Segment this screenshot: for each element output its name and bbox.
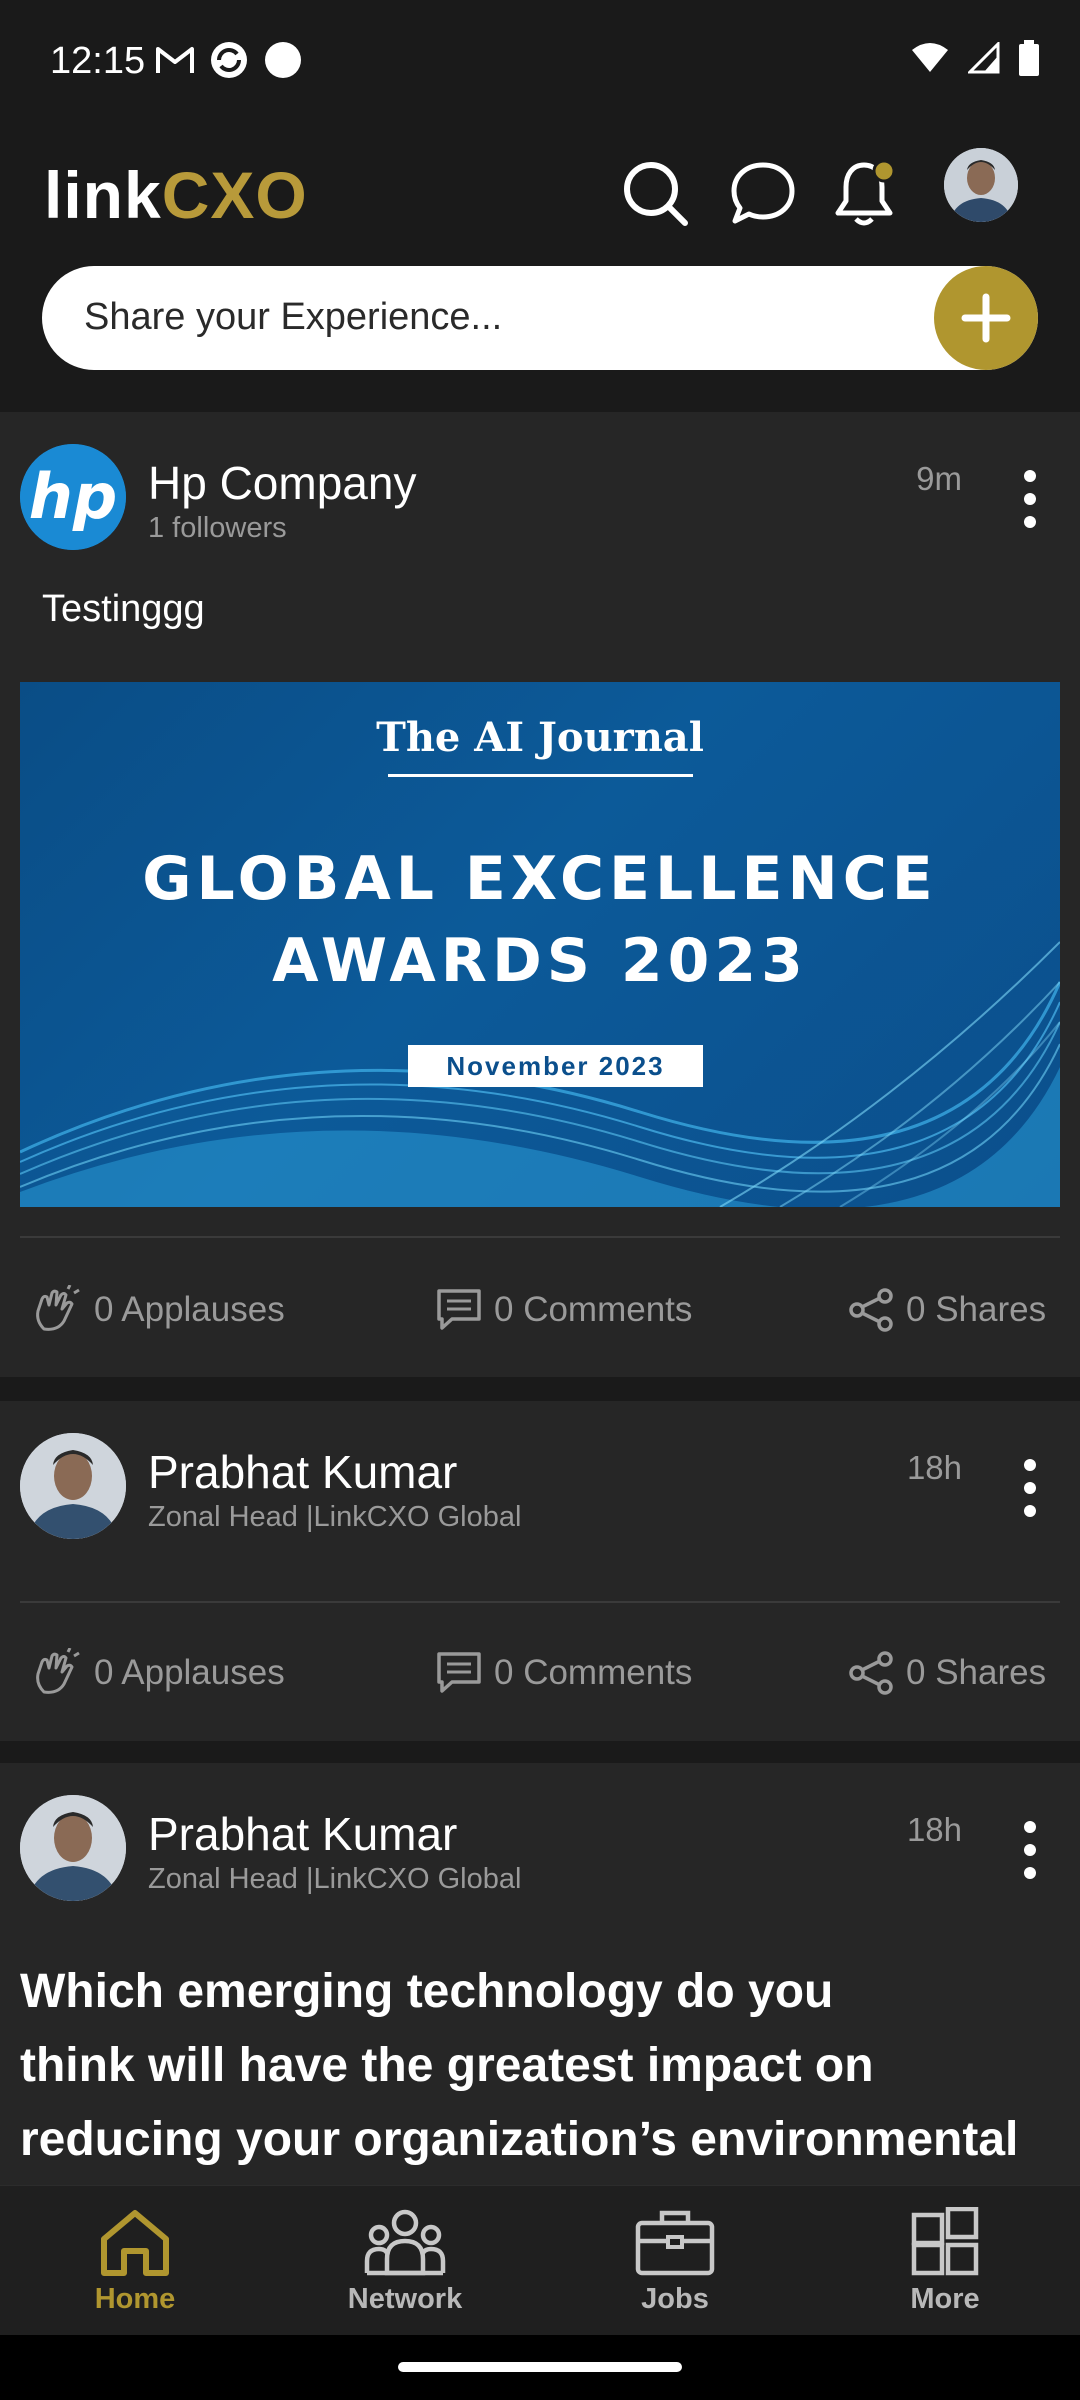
chat-bubble-icon [731, 162, 795, 224]
poll-question-line2: think will have the greatest impact on [20, 2039, 874, 2092]
post-author-name[interactable]: Prabhat Kumar [148, 1807, 457, 1861]
applause-button[interactable]: 0 Applauses [32, 1270, 285, 1350]
logo-text-cxo: CXO [161, 158, 308, 232]
plus-icon [961, 293, 1011, 343]
search-icon [624, 162, 688, 226]
create-post-button[interactable] [934, 266, 1038, 370]
feed-post: hp Hp Company 1 followers 9m Testinggg T… [0, 412, 1080, 1377]
home-icon [101, 2209, 169, 2276]
post-author-subtitle: 1 followers [148, 512, 287, 544]
hp-logo-icon: hp [20, 444, 126, 550]
status-time: 12:15 [50, 40, 146, 82]
profile-avatar[interactable] [944, 148, 1018, 222]
poll-question: Which emerging technology do you think w… [20, 1955, 1060, 2177]
gmail-icon [156, 47, 194, 73]
clapping-hands-icon [36, 1648, 80, 1694]
network-icon [364, 2209, 446, 2275]
sync-app-icon [211, 42, 247, 78]
user-photo-icon [20, 1795, 126, 1901]
post-separator [0, 1741, 1080, 1763]
post-text: Testinggg [42, 588, 205, 630]
prabhat-kumar-avatar[interactable] [20, 1433, 126, 1539]
post-time: 18h [906, 1811, 962, 1848]
banner-date: November 2023 [408, 1045, 703, 1087]
nav-network[interactable]: Network [270, 2186, 540, 2336]
status-system-icons [910, 40, 1040, 76]
applause-count: 0 Applauses [94, 1653, 285, 1692]
nav-more-label: More [910, 2282, 980, 2315]
banner-title-line1: GLOBAL EXCELLENCE [142, 844, 938, 914]
grid-icon [911, 2206, 979, 2275]
user-photo-icon [20, 1433, 126, 1539]
share-experience-input[interactable]: Share your Experience... [42, 266, 1038, 370]
share-icon [849, 1651, 893, 1695]
prabhat-kumar-avatar[interactable] [20, 1795, 126, 1901]
clapping-hands-icon [36, 1285, 80, 1331]
linkcxo-logo[interactable]: link CXO [44, 150, 308, 240]
comment-button[interactable]: 0 Comments [436, 1270, 692, 1350]
applause-count: 0 Applauses [94, 1290, 285, 1329]
logo-text-link: link [44, 158, 162, 232]
briefcase-icon [635, 2210, 715, 2275]
signal-icon [968, 42, 1000, 74]
share-count: 0 Shares [906, 1653, 1047, 1692]
banner-journal-title: The AI Journal [376, 714, 704, 761]
svg-text:hp: hp [29, 460, 118, 533]
wifi-icon [912, 43, 948, 72]
app-header: link CXO Share your Experience... [0, 130, 1080, 410]
status-bar: 12:15 [0, 0, 1080, 130]
search-button[interactable] [610, 148, 700, 238]
share-button[interactable]: 0 Shares [848, 1633, 1046, 1713]
dot-notification-icon [265, 42, 301, 78]
nav-home[interactable]: Home [0, 2186, 270, 2336]
post-actions: 0 Applauses 0 Comments 0 Shares [0, 1633, 1080, 1713]
post-image[interactable]: The AI Journal GLOBAL EXCELLENCE AWARDS … [20, 682, 1060, 1207]
banner-title-line2: AWARDS 2023 [272, 926, 808, 996]
battery-icon [1019, 40, 1039, 76]
nav-jobs-label: Jobs [641, 2282, 709, 2315]
post-divider [20, 1236, 1060, 1238]
banner-underline [388, 774, 693, 777]
comment-count: 0 Comments [494, 1290, 693, 1329]
feed-post: Prabhat Kumar Zonal Head |LinkCXO Global… [0, 1401, 1080, 1741]
bell-icon [835, 159, 896, 226]
nav-jobs[interactable]: Jobs [540, 2186, 810, 2336]
post-menu-button[interactable] [1010, 464, 1050, 534]
share-icon [849, 1288, 893, 1332]
post-author-subtitle: Zonal Head |LinkCXO Global [148, 1501, 522, 1533]
post-divider [20, 1601, 1060, 1603]
post-author-name[interactable]: Hp Company [148, 456, 416, 510]
share-button[interactable]: 0 Shares [848, 1270, 1046, 1350]
home-gesture-handle[interactable] [398, 2362, 682, 2372]
applause-button[interactable]: 0 Applauses [32, 1633, 285, 1713]
post-separator [0, 1377, 1080, 1401]
feed-post: Prabhat Kumar Zonal Head |LinkCXO Global… [0, 1763, 1080, 2185]
post-menu-button[interactable] [1010, 1453, 1050, 1523]
nav-network-label: Network [347, 2282, 463, 2315]
share-count: 0 Shares [906, 1290, 1047, 1329]
notifications-button[interactable] [822, 148, 912, 238]
post-time: 18h [906, 1449, 962, 1486]
user-photo-icon [944, 148, 1018, 222]
post-menu-button[interactable] [1010, 1815, 1050, 1885]
status-notification-icons [155, 40, 303, 80]
system-gesture-bar [0, 2335, 1080, 2400]
comment-icon [437, 1289, 481, 1330]
comment-button[interactable]: 0 Comments [436, 1633, 692, 1713]
post-author-name[interactable]: Prabhat Kumar [148, 1445, 457, 1499]
comment-icon [437, 1652, 481, 1693]
bottom-navigation: Home Network Jobs More [0, 2185, 1080, 2335]
post-author-subtitle: Zonal Head |LinkCXO Global [148, 1863, 522, 1895]
poll-question-line3: reducing your organization’s environment… [20, 2113, 1019, 2166]
post-actions: 0 Applauses 0 Comments 0 Shares [0, 1270, 1080, 1350]
post-time: 9m [916, 460, 962, 497]
poll-question-line1: Which emerging technology do you [20, 1965, 834, 2018]
nav-more[interactable]: More [810, 2186, 1080, 2336]
hp-company-avatar[interactable]: hp [20, 444, 126, 550]
comment-count: 0 Comments [494, 1653, 693, 1692]
nav-home-label: Home [94, 2282, 176, 2315]
share-placeholder: Share your Experience... [84, 296, 503, 338]
messages-button[interactable] [718, 148, 808, 238]
